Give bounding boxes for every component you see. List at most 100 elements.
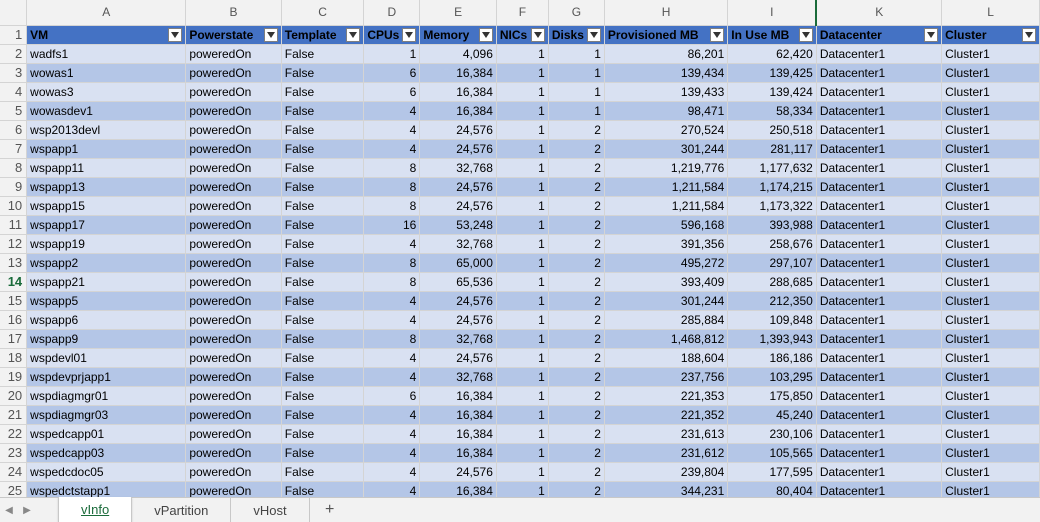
table-cell[interactable]: 45,240 bbox=[727, 405, 817, 425]
table-cell[interactable]: 2 bbox=[548, 462, 605, 482]
table-cell[interactable]: 8 bbox=[363, 196, 421, 216]
table-cell[interactable]: 8 bbox=[363, 329, 421, 349]
table-cell[interactable]: 4 bbox=[363, 310, 421, 330]
table-cell[interactable]: False bbox=[281, 234, 365, 254]
table-cell[interactable]: wspedcapp03 bbox=[26, 443, 187, 463]
row-number[interactable]: 9 bbox=[0, 177, 28, 197]
row-number[interactable]: 17 bbox=[0, 329, 28, 349]
table-cell[interactable]: 1 bbox=[548, 82, 605, 102]
table-cell[interactable]: poweredOn bbox=[185, 158, 282, 178]
table-cell[interactable]: 250,518 bbox=[727, 120, 817, 140]
table-cell[interactable]: 175,850 bbox=[727, 386, 817, 406]
filter-dropdown-icon[interactable] bbox=[924, 27, 939, 42]
column-header-l[interactable]: L bbox=[941, 0, 1040, 26]
table-cell[interactable]: 4 bbox=[363, 462, 421, 482]
table-cell[interactable]: wspapp2 bbox=[26, 253, 187, 273]
table-cell[interactable]: 86,201 bbox=[604, 44, 729, 64]
table-cell[interactable]: Datacenter1 bbox=[816, 120, 943, 140]
table-cell[interactable]: 2 bbox=[548, 481, 605, 497]
table-cell[interactable]: 16,384 bbox=[419, 82, 497, 102]
table-cell[interactable]: 4 bbox=[363, 291, 421, 311]
table-cell[interactable]: Datacenter1 bbox=[816, 310, 943, 330]
table-cell[interactable]: wspapp19 bbox=[26, 234, 187, 254]
table-cell[interactable]: wsp2013devl bbox=[26, 120, 187, 140]
table-cell[interactable]: 1 bbox=[496, 367, 549, 387]
table-cell[interactable]: 1 bbox=[496, 44, 549, 64]
table-cell[interactable]: 1 bbox=[496, 481, 549, 497]
row-number[interactable]: 6 bbox=[0, 120, 28, 140]
table-cell[interactable]: 1 bbox=[548, 101, 605, 121]
row-number[interactable]: 23 bbox=[0, 443, 28, 463]
table-cell[interactable]: 32,768 bbox=[419, 234, 497, 254]
table-cell[interactable]: 65,536 bbox=[419, 272, 497, 292]
table-cell[interactable]: 16,384 bbox=[419, 443, 497, 463]
table-cell[interactable]: poweredOn bbox=[185, 329, 282, 349]
row-number[interactable]: 14 bbox=[0, 272, 28, 292]
row-number[interactable]: 19 bbox=[0, 367, 28, 387]
table-cell[interactable]: 391,356 bbox=[604, 234, 729, 254]
table-cell[interactable]: 1 bbox=[496, 101, 549, 121]
table-cell[interactable]: wspedcapp01 bbox=[26, 424, 187, 444]
header-cell[interactable]: NICs bbox=[496, 25, 549, 45]
table-cell[interactable]: 16,384 bbox=[419, 101, 497, 121]
header-cell[interactable]: Provisioned MB bbox=[604, 25, 729, 45]
table-cell[interactable]: 2 bbox=[548, 348, 605, 368]
table-cell[interactable]: Cluster1 bbox=[941, 443, 1040, 463]
table-cell[interactable]: False bbox=[281, 215, 365, 235]
table-cell[interactable]: Datacenter1 bbox=[816, 386, 943, 406]
row-number[interactable]: 13 bbox=[0, 253, 28, 273]
header-cell[interactable]: Template bbox=[281, 25, 365, 45]
table-cell[interactable]: 288,685 bbox=[727, 272, 817, 292]
table-cell[interactable]: Cluster1 bbox=[941, 291, 1040, 311]
table-cell[interactable]: 62,420 bbox=[727, 44, 817, 64]
table-cell[interactable]: 2 bbox=[548, 120, 605, 140]
table-cell[interactable]: poweredOn bbox=[185, 386, 282, 406]
column-header-h[interactable]: H bbox=[604, 0, 729, 26]
table-cell[interactable]: 186,186 bbox=[727, 348, 817, 368]
table-cell[interactable]: False bbox=[281, 272, 365, 292]
table-cell[interactable]: poweredOn bbox=[185, 120, 282, 140]
table-cell[interactable]: 98,471 bbox=[604, 101, 729, 121]
header-cell[interactable]: Powerstate bbox=[185, 25, 282, 45]
row-number[interactable]: 2 bbox=[0, 44, 28, 64]
column-header-e[interactable]: E bbox=[419, 0, 497, 26]
row-number[interactable]: 22 bbox=[0, 424, 28, 444]
table-cell[interactable]: wspdevprjapp1 bbox=[26, 367, 187, 387]
table-cell[interactable]: 2 bbox=[548, 215, 605, 235]
table-cell[interactable]: Cluster1 bbox=[941, 310, 1040, 330]
table-cell[interactable]: 139,434 bbox=[604, 63, 729, 83]
table-cell[interactable]: 24,576 bbox=[419, 348, 497, 368]
table-cell[interactable]: 1 bbox=[496, 443, 549, 463]
select-all-corner[interactable] bbox=[0, 0, 28, 26]
table-cell[interactable]: Datacenter1 bbox=[816, 424, 943, 444]
table-cell[interactable]: 16,384 bbox=[419, 424, 497, 444]
table-cell[interactable]: 1 bbox=[496, 291, 549, 311]
table-cell[interactable]: Cluster1 bbox=[941, 82, 1040, 102]
table-cell[interactable]: Datacenter1 bbox=[816, 139, 943, 159]
table-cell[interactable]: False bbox=[281, 291, 365, 311]
table-cell[interactable]: Datacenter1 bbox=[816, 215, 943, 235]
table-cell[interactable]: Datacenter1 bbox=[816, 44, 943, 64]
table-cell[interactable]: poweredOn bbox=[185, 481, 282, 497]
table-cell[interactable]: poweredOn bbox=[185, 177, 282, 197]
table-cell[interactable]: poweredOn bbox=[185, 348, 282, 368]
table-cell[interactable]: 4 bbox=[363, 101, 421, 121]
table-cell[interactable]: 1 bbox=[496, 139, 549, 159]
table-cell[interactable]: wspedcdoc05 bbox=[26, 462, 187, 482]
row-number[interactable]: 18 bbox=[0, 348, 28, 368]
table-cell[interactable]: Cluster1 bbox=[941, 272, 1040, 292]
table-cell[interactable]: 24,576 bbox=[419, 310, 497, 330]
table-cell[interactable]: 1,177,632 bbox=[727, 158, 817, 178]
table-cell[interactable]: False bbox=[281, 196, 365, 216]
table-cell[interactable]: 1,211,584 bbox=[604, 177, 729, 197]
table-cell[interactable]: 1 bbox=[496, 424, 549, 444]
row-number[interactable]: 21 bbox=[0, 405, 28, 425]
table-cell[interactable]: Cluster1 bbox=[941, 196, 1040, 216]
table-cell[interactable]: Datacenter1 bbox=[816, 253, 943, 273]
table-cell[interactable]: 4 bbox=[363, 481, 421, 497]
header-cell[interactable]: VM bbox=[26, 25, 187, 45]
filter-dropdown-icon[interactable] bbox=[586, 27, 601, 42]
table-cell[interactable]: poweredOn bbox=[185, 291, 282, 311]
table-cell[interactable]: 8 bbox=[363, 253, 421, 273]
table-cell[interactable]: Cluster1 bbox=[941, 139, 1040, 159]
